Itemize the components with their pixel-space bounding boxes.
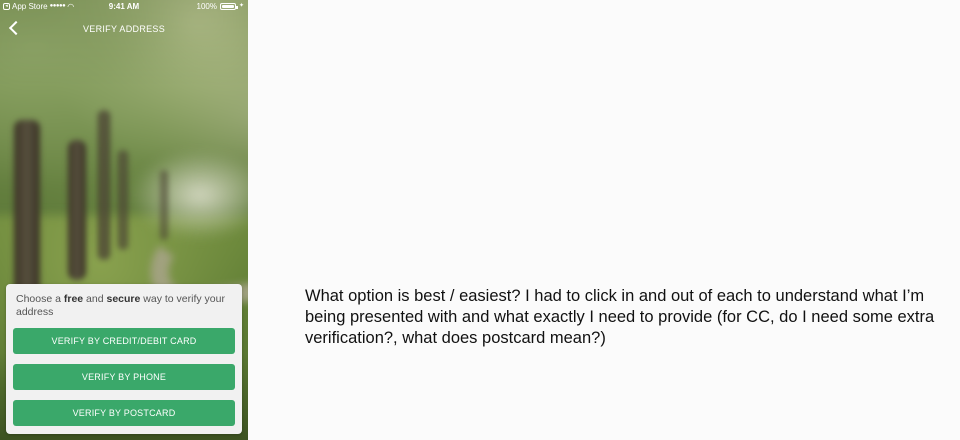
prompt-text: Choose a (16, 293, 64, 305)
verify-prompt: Choose a free and secure way to verify y… (16, 293, 236, 319)
verify-by-card-button[interactable]: VERIFY BY CREDIT/DEBIT CARD (13, 328, 235, 354)
charging-icon: ✦ (238, 3, 244, 9)
feedback-comment: What option is best / easiest? I had to … (305, 287, 935, 347)
prompt-secure-emphasis: secure (106, 293, 141, 305)
nav-bar: VERIFY ADDRESS (0, 14, 248, 44)
prompt-free-emphasis: free (63, 293, 84, 305)
verify-options-card: Choose a free and secure way to verify y… (6, 284, 242, 434)
verify-by-phone-button[interactable]: VERIFY BY PHONE (13, 364, 235, 390)
phone-screen: ◂ App Store ●●●●● ◠ 9:41 AM 100% ✦ VERIF… (0, 0, 248, 440)
verify-by-postcard-button[interactable]: VERIFY BY POSTCARD (13, 400, 235, 426)
status-right: 100% ✦ (197, 0, 245, 13)
battery-icon (219, 3, 238, 10)
battery-fill (221, 5, 234, 8)
status-bar: ◂ App Store ●●●●● ◠ 9:41 AM 100% ✦ (0, 0, 248, 13)
stage: ◂ App Store ●●●●● ◠ 9:41 AM 100% ✦ VERIF… (0, 0, 960, 440)
page-title: VERIFY ADDRESS (82, 24, 166, 34)
battery-percent: 100% (196, 2, 217, 11)
prompt-text: and (83, 293, 107, 305)
